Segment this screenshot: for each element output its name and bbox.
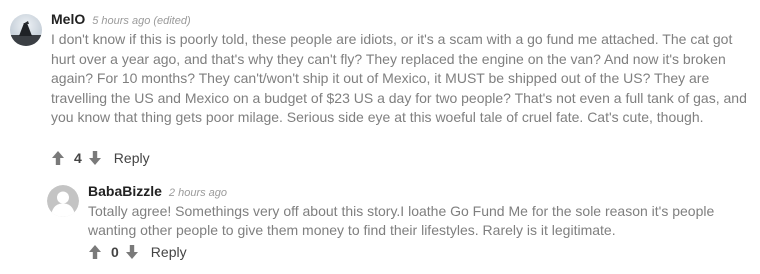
arrow-up-icon[interactable] [88, 244, 102, 260]
comment-actions: 4 Reply [51, 149, 150, 167]
timestamp[interactable]: 5 hours ago [92, 15, 150, 27]
author-name[interactable]: BabaBizzle [88, 183, 162, 199]
reply-button[interactable]: Reply [114, 150, 150, 166]
default-user-avatar-icon [47, 185, 79, 217]
comment-content: BabaBizzle 2 hours ago Totally agree! Som… [88, 182, 752, 239]
comment-actions: 0 Reply [88, 243, 187, 261]
vote-count: 4 [74, 150, 82, 166]
vote-count: 0 [111, 244, 119, 260]
comment-meta: BabaBizzle 2 hours ago [88, 182, 752, 200]
comment-content: MelO 5 hours ago (edited) I don't know if … [51, 10, 752, 128]
reply-button[interactable]: Reply [151, 244, 187, 260]
arrow-down-icon[interactable] [125, 244, 139, 260]
edited-label: (edited) [153, 15, 191, 27]
user-photo-avatar-icon [10, 14, 42, 46]
author-name[interactable]: MelO [51, 11, 85, 27]
comment-text: I don't know if this is poorly told, the… [51, 31, 747, 125]
comment-text: Totally agree! Somethings very off about… [88, 203, 715, 238]
comment-meta: MelO 5 hours ago (edited) [51, 10, 752, 28]
arrow-down-icon[interactable] [88, 150, 102, 166]
arrow-up-icon[interactable] [51, 150, 65, 166]
timestamp[interactable]: 2 hours ago [169, 187, 227, 199]
avatar[interactable] [47, 185, 79, 217]
avatar[interactable] [10, 14, 42, 46]
